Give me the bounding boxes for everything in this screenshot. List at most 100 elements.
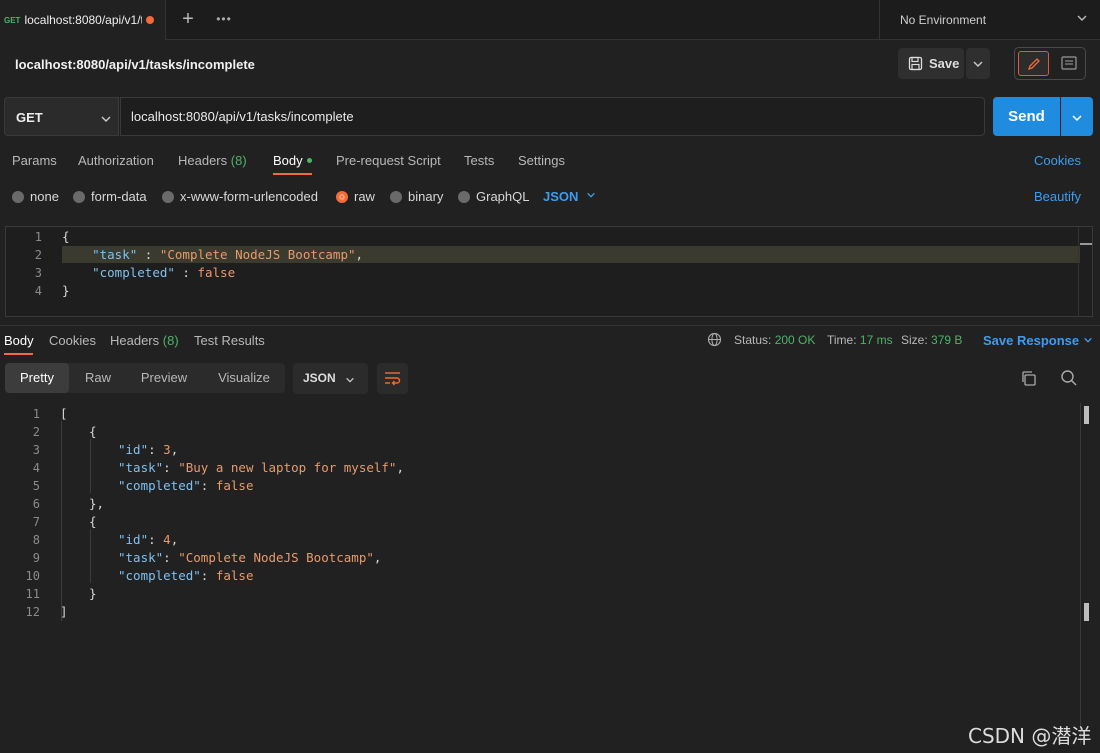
response-body-viewer[interactable]: 1 2 3 4 5 6 7 8 9 10 11 12 [ { "id": 3, … bbox=[0, 403, 1100, 753]
tab-authorization[interactable]: Authorization bbox=[78, 153, 154, 168]
code-line: "id": 3, bbox=[118, 442, 179, 457]
response-tab-test-results[interactable]: Test Results bbox=[194, 333, 265, 348]
json-boolean: false bbox=[197, 265, 236, 280]
body-type-binary[interactable]: binary bbox=[390, 189, 443, 204]
body-type-raw[interactable]: raw bbox=[336, 189, 375, 204]
beautify-link[interactable]: Beautify bbox=[1034, 189, 1081, 204]
json-string: "Buy a new laptop for myself" bbox=[178, 460, 397, 475]
document-icon bbox=[1061, 56, 1077, 70]
send-button[interactable]: Send bbox=[993, 97, 1060, 136]
json-key: "completed" bbox=[118, 478, 201, 493]
json-key: "completed" bbox=[118, 568, 201, 583]
view-mode-toggle bbox=[1014, 47, 1086, 80]
line-number: 2 bbox=[34, 248, 42, 262]
tab-params[interactable]: Params bbox=[12, 153, 57, 168]
tab-headers[interactable]: Headers (8) bbox=[178, 153, 247, 168]
raw-format-selector[interactable]: JSON bbox=[543, 189, 596, 204]
line-number: 2 bbox=[32, 425, 40, 439]
code-line: "completed" : false bbox=[62, 265, 235, 280]
environment-label: No Environment bbox=[900, 13, 987, 27]
save-dropdown-button[interactable] bbox=[966, 48, 990, 79]
response-tabs: Body Cookies Headers (8) Test Results St… bbox=[0, 325, 1100, 355]
more-tabs-icon[interactable]: ••• bbox=[214, 10, 234, 28]
editor-scrollbar[interactable] bbox=[1078, 227, 1092, 316]
json-boolean: false bbox=[215, 568, 254, 583]
response-scrollbar[interactable] bbox=[1080, 403, 1081, 743]
body-type-options: none form-data x-www-form-urlencoded raw… bbox=[0, 185, 1100, 207]
body-indicator-dot-icon bbox=[306, 158, 312, 163]
line-number: 5 bbox=[32, 479, 40, 493]
unsaved-dot-icon bbox=[146, 16, 155, 24]
json-key: "task" bbox=[118, 550, 164, 565]
json-key: "task" bbox=[92, 247, 138, 262]
json-boolean: false bbox=[215, 478, 254, 493]
method-selector[interactable]: GET bbox=[4, 97, 119, 136]
pencil-icon bbox=[1027, 58, 1040, 71]
chevron-down-icon bbox=[973, 61, 983, 67]
json-number: 4 bbox=[163, 532, 171, 547]
size-info[interactable]: Size: 379 B bbox=[901, 333, 962, 347]
copy-icon[interactable] bbox=[1020, 370, 1037, 387]
line-number: 3 bbox=[34, 266, 42, 280]
tab-body[interactable]: Body bbox=[273, 153, 312, 168]
time-info[interactable]: Time: 17 ms bbox=[827, 333, 893, 347]
request-header: localhost:8080/api/v1/tasks/incomplete S… bbox=[0, 40, 1100, 90]
environment-selector[interactable]: No Environment bbox=[879, 0, 1100, 40]
tab-settings[interactable]: Settings bbox=[518, 153, 565, 168]
status-info[interactable]: Status: 200 OK bbox=[734, 333, 815, 347]
wrap-lines-button[interactable] bbox=[377, 363, 408, 394]
json-key: "id" bbox=[118, 442, 149, 457]
view-raw[interactable]: Raw bbox=[75, 363, 121, 393]
time-value: 17 ms bbox=[859, 333, 893, 347]
radio-icon bbox=[390, 190, 402, 203]
code-line: }, bbox=[89, 496, 105, 511]
code-line: } bbox=[62, 283, 70, 298]
new-tab-plus-icon[interactable]: + bbox=[178, 8, 198, 30]
json-key: "task" bbox=[118, 460, 164, 475]
body-type-graphql[interactable]: GraphQL bbox=[458, 189, 529, 204]
send-dropdown-button[interactable] bbox=[1061, 97, 1093, 136]
response-tab-cookies[interactable]: Cookies bbox=[49, 333, 96, 348]
code-line: { bbox=[89, 424, 97, 439]
radio-icon bbox=[458, 190, 470, 203]
request-name[interactable]: localhost:8080/api/v1/tasks/incomplete bbox=[15, 57, 255, 72]
request-tab[interactable]: GET localhost:8080/api/v1/t bbox=[0, 0, 166, 40]
url-input[interactable] bbox=[120, 97, 985, 136]
indent-guide bbox=[90, 529, 91, 583]
body-type-form-data[interactable]: form-data bbox=[73, 189, 147, 204]
code-line: { bbox=[89, 514, 97, 529]
request-body-editor[interactable]: 1 2 3 4 { "task" : "Complete NodeJS Boot… bbox=[5, 226, 1093, 317]
json-number: 3 bbox=[163, 442, 171, 457]
response-tab-headers[interactable]: Headers (8) bbox=[110, 333, 179, 348]
cookies-link[interactable]: Cookies bbox=[1034, 153, 1081, 168]
line-number: 6 bbox=[32, 497, 40, 511]
code-line: "id": 4, bbox=[118, 532, 179, 547]
json-punct: , bbox=[355, 247, 364, 262]
response-tab-body[interactable]: Body bbox=[4, 333, 34, 348]
body-type-none[interactable]: none bbox=[12, 189, 59, 204]
response-format-selector[interactable]: JSON bbox=[293, 363, 368, 394]
chevron-down-icon bbox=[1072, 115, 1082, 122]
documentation-mode-button[interactable] bbox=[1055, 51, 1083, 76]
code-line: "completed": false bbox=[118, 478, 254, 493]
code-line: [ bbox=[60, 406, 68, 421]
globe-icon[interactable] bbox=[707, 332, 722, 347]
line-number: 4 bbox=[34, 284, 42, 298]
line-number: 4 bbox=[32, 461, 40, 475]
json-separator: : bbox=[174, 265, 198, 280]
radio-label: raw bbox=[354, 189, 375, 204]
radio-icon bbox=[73, 190, 85, 203]
body-type-urlencoded[interactable]: x-www-form-urlencoded bbox=[162, 189, 318, 204]
view-visualize[interactable]: Visualize bbox=[209, 363, 279, 393]
radio-label: x-www-form-urlencoded bbox=[180, 189, 318, 204]
search-icon[interactable] bbox=[1060, 369, 1078, 387]
tab-tests[interactable]: Tests bbox=[464, 153, 494, 168]
tab-prerequest-script[interactable]: Pre-request Script bbox=[336, 153, 441, 168]
active-tab-underline bbox=[4, 353, 33, 355]
view-preview[interactable]: Preview bbox=[129, 363, 199, 393]
edit-mode-button[interactable] bbox=[1018, 51, 1049, 76]
save-button[interactable]: Save bbox=[898, 48, 964, 79]
scroll-marker bbox=[1080, 243, 1092, 245]
save-response-button[interactable]: Save Response bbox=[983, 333, 1093, 348]
view-pretty[interactable]: Pretty bbox=[5, 363, 69, 393]
